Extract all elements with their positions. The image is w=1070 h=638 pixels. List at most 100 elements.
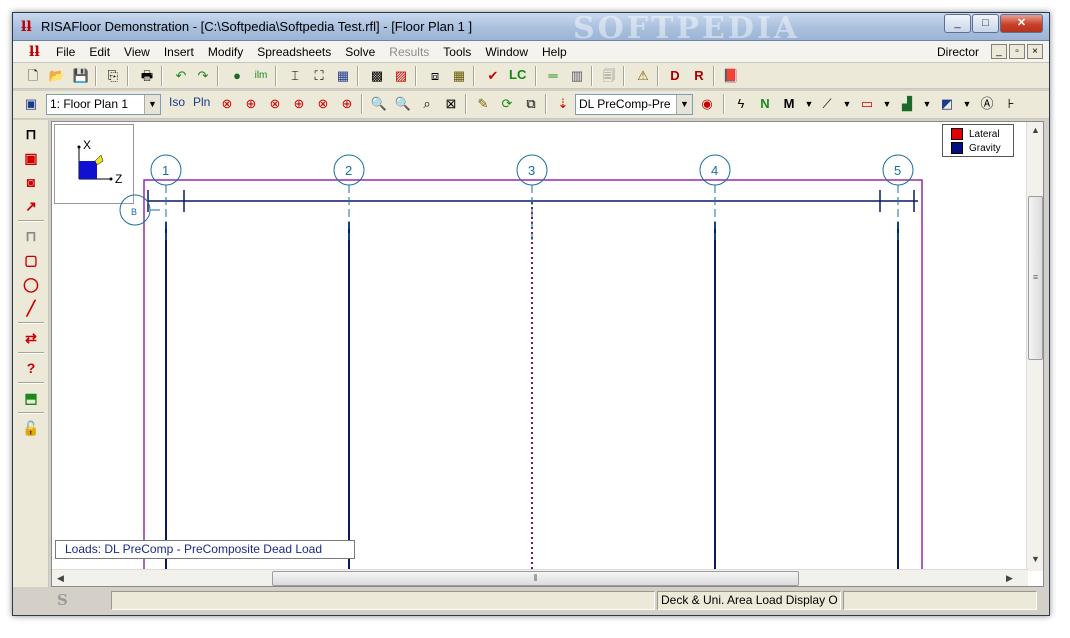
refresh-icon[interactable]: ⟳ bbox=[497, 94, 517, 114]
load-display-icon[interactable]: ◉ bbox=[697, 94, 717, 114]
chevron-down-icon[interactable]: ▼ bbox=[144, 95, 160, 114]
scroll-left-icon[interactable]: ◀ bbox=[57, 573, 64, 584]
grid-icon[interactable]: ▦ bbox=[333, 66, 353, 86]
swap-icon[interactable]: ⇄ bbox=[21, 328, 41, 348]
rotate-pos-y-icon[interactable]: ⊕ bbox=[289, 94, 309, 114]
monitor-icon[interactable]: ▣ bbox=[21, 94, 41, 114]
deck-display-icon[interactable]: ◩ bbox=[937, 94, 957, 114]
rotate-pos-x-icon[interactable]: ⊕ bbox=[241, 94, 261, 114]
floor-plan-canvas[interactable]: X Z 12345 B Lateral Gravity Loads: DL Pr… bbox=[51, 121, 1044, 587]
check-icon[interactable]: ✔ bbox=[483, 66, 503, 86]
scroll-down-icon[interactable]: ▼ bbox=[1031, 554, 1040, 564]
child-minimize-button[interactable]: _ bbox=[991, 44, 1007, 59]
menu-edit[interactable]: Edit bbox=[82, 45, 117, 59]
select-icon[interactable]: ⬒ bbox=[21, 388, 41, 408]
help-book-icon[interactable]: 📕 bbox=[721, 66, 741, 86]
new-file-icon[interactable]: 🗋 bbox=[23, 66, 43, 86]
clone-icon[interactable]: ⧉ bbox=[521, 94, 541, 114]
node-labels-icon[interactable]: N bbox=[755, 94, 775, 114]
model-icon[interactable]: ⧈ bbox=[425, 66, 445, 86]
frame-icon[interactable]: ⛶ bbox=[309, 66, 329, 86]
child-restore-button[interactable]: ▫ bbox=[1009, 44, 1025, 59]
rotate-pos-z-icon[interactable]: ⊕ bbox=[337, 94, 357, 114]
design-r-icon[interactable]: R bbox=[689, 66, 709, 86]
copy-icon[interactable]: ⎘ bbox=[103, 66, 123, 86]
vertical-scroll-thumb[interactable]: ≡ bbox=[1028, 196, 1043, 360]
scroll-right-icon[interactable]: ▶ bbox=[1006, 573, 1013, 584]
bar-chart-icon[interactable]: ▟ bbox=[897, 94, 917, 114]
modify-brace-icon[interactable]: ╱ bbox=[21, 298, 41, 318]
menu-spreadsheets[interactable]: Spreadsheets bbox=[250, 45, 338, 59]
modify-wall-icon[interactable]: ◯ bbox=[21, 274, 41, 294]
results-icon[interactable]: ⚠ bbox=[633, 66, 653, 86]
maximize-button[interactable]: □ bbox=[972, 14, 999, 33]
menu-solve[interactable]: Solve bbox=[338, 45, 382, 59]
chevron-down-icon[interactable]: ▼ bbox=[837, 94, 857, 114]
modify-beam-icon[interactable]: ⊓ bbox=[21, 226, 41, 246]
column-icon[interactable]: ▥ bbox=[567, 66, 587, 86]
load-case-select[interactable]: DL PreComp-Pre ▼ bbox=[575, 94, 693, 115]
member-labels-icon[interactable]: M bbox=[779, 94, 799, 114]
delete-icon[interactable]: ▨ bbox=[391, 66, 411, 86]
draw-column-icon[interactable]: ▣ bbox=[21, 148, 41, 168]
plan-view-button[interactable]: Pln bbox=[193, 95, 210, 109]
chevron-down-icon[interactable]: ▼ bbox=[917, 94, 937, 114]
wall-display-icon[interactable]: ▭ bbox=[857, 94, 877, 114]
minimize-button[interactable]: _ bbox=[944, 14, 971, 33]
member-display-icon[interactable]: ⟋ bbox=[817, 94, 837, 114]
beam-insert-icon[interactable]: ⌶ bbox=[285, 66, 305, 86]
globe-icon[interactable]: ● bbox=[227, 66, 247, 86]
menu-file[interactable]: File bbox=[49, 45, 82, 59]
report-icon[interactable]: 🗐 bbox=[599, 66, 619, 86]
child-close-button[interactable]: × bbox=[1027, 44, 1043, 59]
scroll-up-icon[interactable]: ▲ bbox=[1031, 125, 1040, 135]
open-folder-icon[interactable]: 📂 bbox=[47, 66, 67, 86]
undo-icon[interactable]: ↶ bbox=[171, 66, 191, 86]
draw-brace-icon[interactable]: ↗ bbox=[21, 196, 41, 216]
save-icon[interactable]: 💾 bbox=[71, 66, 91, 86]
edit-icon[interactable]: ✎ bbox=[473, 94, 493, 114]
iso-view-button[interactable]: Iso bbox=[169, 95, 185, 109]
redo-icon[interactable]: ↷ bbox=[193, 66, 213, 86]
zoom-box-icon[interactable]: ⌕ bbox=[417, 94, 437, 114]
lock-icon[interactable]: 🔓 bbox=[21, 418, 41, 438]
draw-beam-icon[interactable]: ⊓ bbox=[21, 124, 41, 144]
zoom-fit-icon[interactable]: ⊠ bbox=[441, 94, 461, 114]
chevron-down-icon[interactable]: ▼ bbox=[799, 94, 819, 114]
load-arrow-icon[interactable]: ⇣ bbox=[553, 94, 573, 114]
menu-help[interactable]: Help bbox=[535, 45, 574, 59]
draw-wall-icon[interactable]: ◙ bbox=[21, 172, 41, 192]
generate-icon[interactable]: ▩ bbox=[367, 66, 387, 86]
load-combinations-button[interactable]: LC bbox=[509, 67, 526, 82]
menu-insert[interactable]: Insert bbox=[157, 45, 201, 59]
menu-view[interactable]: View bbox=[117, 45, 157, 59]
chevron-down-icon[interactable]: ▼ bbox=[877, 94, 897, 114]
rotate-neg-x-icon[interactable]: ⊗ bbox=[217, 94, 237, 114]
menu-tools[interactable]: Tools bbox=[436, 45, 478, 59]
print-icon[interactable]: 🖶 bbox=[137, 66, 157, 86]
annotation-icon[interactable]: Ⓐ bbox=[977, 94, 997, 114]
zoom-out-icon[interactable]: 🔍 bbox=[393, 94, 413, 114]
dimension-icon[interactable]: ⊦ bbox=[1001, 94, 1021, 114]
units-icon[interactable]: ilm bbox=[251, 66, 271, 86]
spreadsheet-icon[interactable]: ▦ bbox=[449, 66, 469, 86]
design-d-icon[interactable]: D bbox=[665, 66, 685, 86]
menu-window[interactable]: Window bbox=[478, 45, 535, 59]
zoom-in-icon[interactable]: 🔍 bbox=[369, 94, 389, 114]
equal-icon[interactable]: ═ bbox=[543, 66, 563, 86]
chevron-down-icon[interactable]: ▼ bbox=[676, 95, 692, 114]
modify-column-icon[interactable]: ▢ bbox=[21, 250, 41, 270]
close-button[interactable]: ✕ bbox=[1000, 14, 1043, 33]
vertical-scrollbar[interactable]: ▲ ≡ ▼ bbox=[1026, 122, 1043, 571]
lightning-icon[interactable]: ϟ bbox=[731, 94, 751, 114]
horizontal-scrollbar[interactable]: ◀ ⦀ ▶ bbox=[52, 569, 1028, 586]
horizontal-scroll-thumb[interactable]: ⦀ bbox=[272, 571, 799, 586]
rotate-neg-y-icon[interactable]: ⊗ bbox=[265, 94, 285, 114]
floor-select[interactable]: 1: Floor Plan 1 ▼ bbox=[46, 94, 161, 115]
chevron-down-icon[interactable]: ▼ bbox=[957, 94, 977, 114]
rotate-neg-z-icon[interactable]: ⊗ bbox=[313, 94, 333, 114]
document-icon[interactable]: ƚƚ bbox=[29, 44, 40, 60]
query-icon[interactable]: ? bbox=[21, 358, 41, 378]
menu-modify[interactable]: Modify bbox=[201, 45, 250, 59]
menu-results[interactable]: Results bbox=[382, 45, 436, 59]
